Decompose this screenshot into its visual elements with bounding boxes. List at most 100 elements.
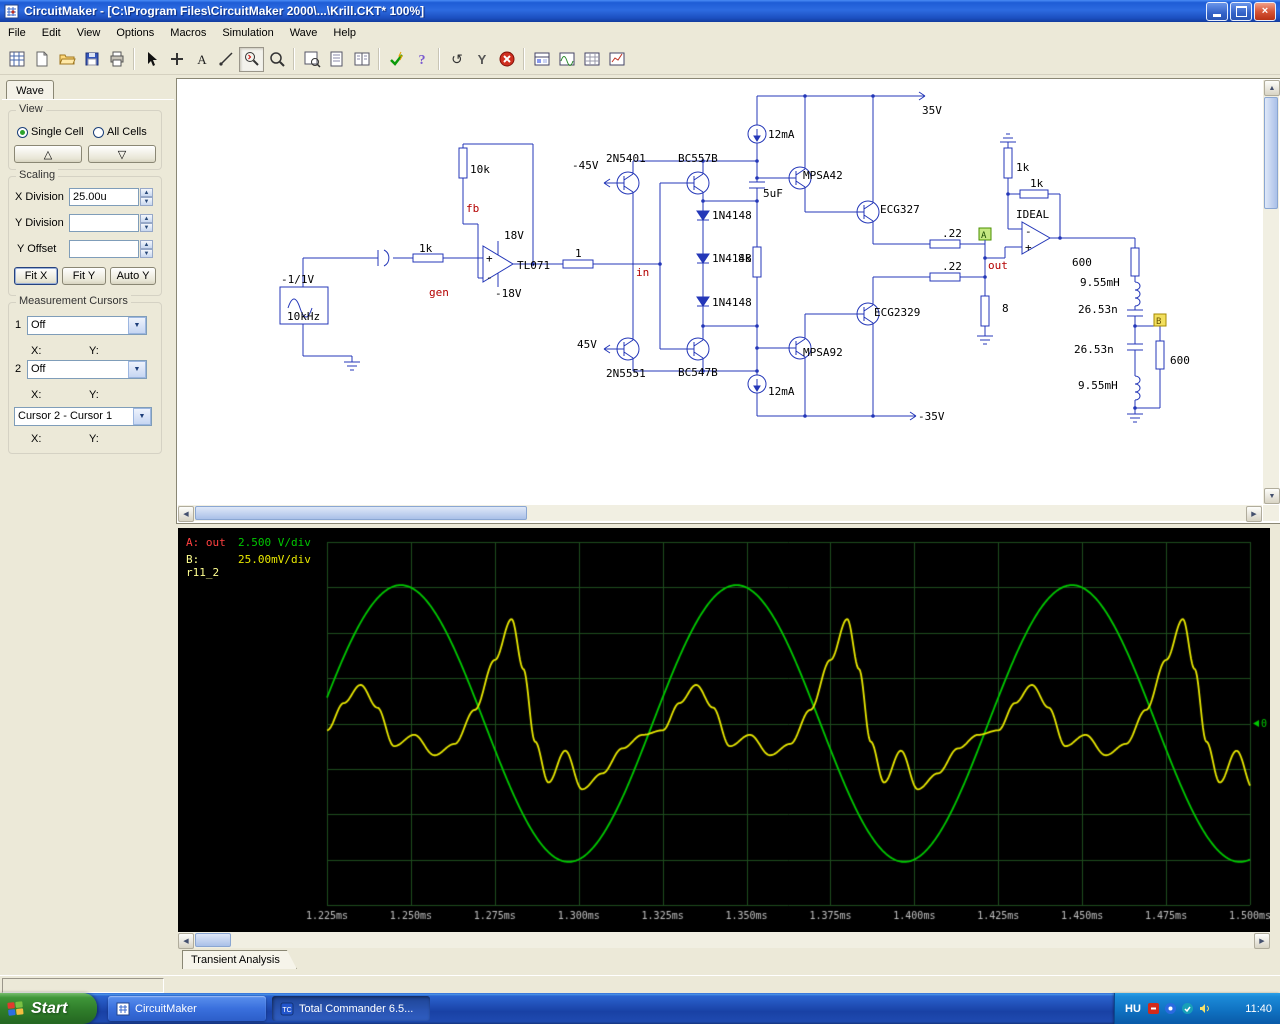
zoom-window-icon[interactable] <box>299 47 324 72</box>
task-button-total-commander-6-5[interactable]: TC Total Commander 6.5... <box>272 996 430 1021</box>
schematic-label: -45V <box>572 159 599 172</box>
text-icon[interactable]: A <box>189 47 214 72</box>
waveform-plot[interactable] <box>178 528 1270 932</box>
schematic-label: 10k <box>470 163 490 176</box>
schematic-label: IDEAL <box>1016 208 1049 221</box>
y-division-input[interactable] <box>69 214 139 232</box>
scrollbar-corner <box>1263 505 1279 521</box>
analysis-window-icon[interactable] <box>604 47 629 72</box>
start-button[interactable]: Start <box>0 993 97 1024</box>
cursor2-index: 2 <box>15 363 22 375</box>
schematic-label: -35V <box>918 410 945 423</box>
tab-transient-analysis[interactable]: Transient Analysis <box>182 950 297 969</box>
menu-options[interactable]: Options <box>108 24 162 42</box>
auto-y-button[interactable]: Auto Y <box>110 267 156 285</box>
waveform-hscrollbar[interactable]: ◀ ▶ <box>178 932 1270 949</box>
wire-icon[interactable] <box>214 47 239 72</box>
scrollbar-thumb[interactable] <box>195 933 231 947</box>
schematic-label: TL071 <box>517 259 550 272</box>
open-icon[interactable] <box>54 47 79 72</box>
x-division-input[interactable] <box>69 188 139 206</box>
scroll-right-icon[interactable]: ▶ <box>1254 933 1270 949</box>
device-grid-icon[interactable] <box>579 47 604 72</box>
tab-wave[interactable]: Wave <box>6 80 54 100</box>
schematic-viewport[interactable]: 10k fb 18V TL071 -18V + -1k -1/1V 10kHz gen 1 in -45… <box>176 78 1280 524</box>
cursor2-select[interactable]: Off ▼ <box>27 360 147 379</box>
scroll-left-icon[interactable]: ◀ <box>178 933 194 949</box>
chevron-down-icon[interactable]: ▼ <box>128 317 146 334</box>
add-part-icon[interactable] <box>164 47 189 72</box>
scroll-left-icon[interactable]: ◀ <box>178 506 194 522</box>
schematic-vscrollbar[interactable]: ▲ ▼ <box>1263 80 1280 504</box>
split-view-icon[interactable] <box>349 47 374 72</box>
tray-red-icon[interactable] <box>1147 1002 1160 1015</box>
fit-x-button[interactable]: Fit X <box>14 267 58 285</box>
single-cell-radio[interactable] <box>17 127 28 138</box>
toolbar-separator <box>133 48 135 70</box>
cursor1-select[interactable]: Off ▼ <box>27 316 147 335</box>
reset-icon[interactable]: ↺ <box>444 47 469 72</box>
cell-down-button[interactable]: ▽ <box>88 145 156 163</box>
menu-help[interactable]: Help <box>325 24 364 42</box>
close-button[interactable]: × <box>1254 1 1276 21</box>
print-icon[interactable] <box>104 47 129 72</box>
scrollbar-thumb[interactable] <box>1264 97 1278 209</box>
schematic-label: 1N4148 <box>712 209 752 222</box>
zoom-icon[interactable] <box>264 47 289 72</box>
language-indicator[interactable]: HU <box>1125 1003 1141 1015</box>
task-button-circuitmaker[interactable]: CircuitMaker <box>108 996 266 1021</box>
save-icon[interactable] <box>79 47 104 72</box>
probe-icon[interactable] <box>239 46 264 72</box>
schematic-label: - <box>1025 225 1032 238</box>
new-icon[interactable] <box>29 47 54 72</box>
circuit-schematic[interactable]: 10kfb18VTL071-18V+-1k-1/1V10kHzgen1in-45… <box>178 80 1262 504</box>
y-offset-input[interactable] <box>69 240 139 258</box>
schematic-label: 1N4148 <box>712 296 752 309</box>
menu-simulation[interactable]: Simulation <box>214 24 281 42</box>
scrollbar-thumb[interactable] <box>195 506 527 520</box>
menu-file[interactable]: File <box>0 24 34 42</box>
help-icon[interactable]: ? <box>409 47 434 72</box>
system-tray: HU 11:40 <box>1114 993 1280 1024</box>
schematic-hscrollbar[interactable]: ◀ ▶ <box>178 505 1262 522</box>
toolbar-separator <box>523 48 525 70</box>
x-division-stepper[interactable]: ▲ ▼ <box>140 188 153 206</box>
page-view-icon[interactable] <box>324 47 349 72</box>
all-cells-radio[interactable] <box>93 127 104 138</box>
stop-icon[interactable] <box>494 47 519 72</box>
svg-text:?: ? <box>418 53 425 68</box>
tray-blue-icon[interactable] <box>1164 1002 1177 1015</box>
schematic-label: BC547B <box>678 366 718 379</box>
waveform-window-icon[interactable] <box>554 47 579 72</box>
trace-icon[interactable]: Y <box>469 47 494 72</box>
minimize-button[interactable] <box>1206 1 1228 21</box>
chevron-down-icon[interactable]: ▼ <box>128 361 146 378</box>
schematic-label: 35V <box>922 104 942 117</box>
scroll-down-icon[interactable]: ▼ <box>1264 488 1280 504</box>
menu-macros[interactable]: Macros <box>162 24 214 42</box>
y-offset-stepper[interactable]: ▲ ▼ <box>140 240 153 258</box>
fit-y-button[interactable]: Fit Y <box>62 267 106 285</box>
check-circuit-icon[interactable] <box>384 47 409 72</box>
digital-panel-icon[interactable] <box>529 47 554 72</box>
cursor1-index: 1 <box>15 319 22 331</box>
tray-teal-icon[interactable] <box>1181 1002 1194 1015</box>
chevron-down-icon[interactable]: ▼ <box>133 408 151 425</box>
scroll-up-icon[interactable]: ▲ <box>1264 80 1280 96</box>
cell-up-button[interactable]: △ <box>14 145 82 163</box>
restore-button[interactable] <box>1230 1 1252 21</box>
menu-view[interactable]: View <box>69 24 109 42</box>
clock[interactable]: 11:40 <box>1245 1003 1272 1015</box>
menu-wave[interactable]: Wave <box>282 24 326 42</box>
diff-y-label: Y: <box>89 433 99 445</box>
schematic-label: 1k <box>419 242 433 255</box>
scroll-right-icon[interactable]: ▶ <box>1246 506 1262 522</box>
browse-parts-icon[interactable] <box>4 47 29 72</box>
cursors-groupbox: Measurement Cursors 1 Off ▼ X: Y: 2 Off … <box>8 295 162 454</box>
y-division-stepper[interactable]: ▲ ▼ <box>140 214 153 232</box>
menu-edit[interactable]: Edit <box>34 24 69 42</box>
cursor-icon[interactable] <box>139 47 164 72</box>
volume-icon[interactable] <box>1198 1002 1211 1015</box>
cursor-diff-select[interactable]: Cursor 2 - Cursor 1 ▼ <box>14 407 152 426</box>
toolbar-separator <box>438 48 440 70</box>
